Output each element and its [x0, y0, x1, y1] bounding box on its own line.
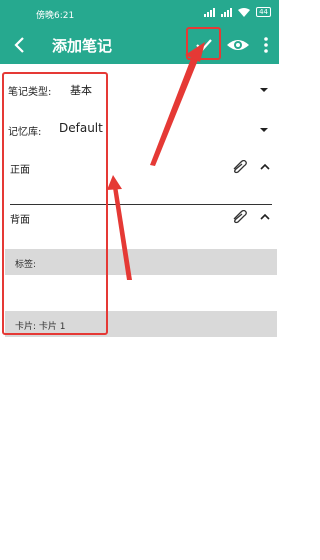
front-field-label: 正面 — [10, 165, 30, 176]
toolbar: 添加笔记 — [0, 26, 279, 64]
collapse-up-icon[interactable] — [259, 210, 271, 224]
status-icons: 44 — [204, 7, 271, 17]
eye-icon[interactable] — [226, 34, 250, 56]
battery-indicator: 44 — [256, 7, 271, 17]
check-icon[interactable] — [193, 34, 215, 56]
tags-label: 标签: — [15, 260, 37, 270]
deck-label: 记忆库: — [8, 127, 42, 138]
tags-button[interactable]: 标签: — [5, 249, 277, 275]
note-type-value[interactable]: 基本 — [70, 82, 92, 98]
note-type-dropdown-icon[interactable] — [259, 85, 269, 95]
back-arrow-icon[interactable] — [9, 34, 31, 56]
back-field-label: 背面 — [10, 215, 30, 226]
status-time: 傍晚6:21 — [36, 11, 75, 21]
page-title: 添加笔记 — [52, 37, 113, 55]
cards-button[interactable]: 卡片: 卡片 1 — [5, 311, 277, 337]
annotation-arrow-form-head — [107, 175, 122, 190]
more-vert-icon[interactable] — [259, 34, 273, 56]
status-bar: 傍晚6:21 44 — [0, 0, 279, 26]
attachment-icon[interactable] — [231, 210, 247, 224]
attachment-icon[interactable] — [231, 160, 247, 174]
deck-dropdown-icon[interactable] — [259, 125, 269, 135]
signal-icon — [204, 7, 216, 17]
annotation-arrow-save — [150, 55, 200, 166]
collapse-up-icon[interactable] — [259, 160, 271, 174]
note-type-label: 笔记类型: — [8, 87, 52, 98]
signal-icon-2 — [221, 7, 233, 17]
deck-value[interactable]: Default — [59, 121, 103, 135]
front-field-input[interactable] — [10, 204, 272, 205]
wifi-icon — [238, 7, 251, 17]
cards-label: 卡片: 卡片 1 — [15, 322, 66, 332]
